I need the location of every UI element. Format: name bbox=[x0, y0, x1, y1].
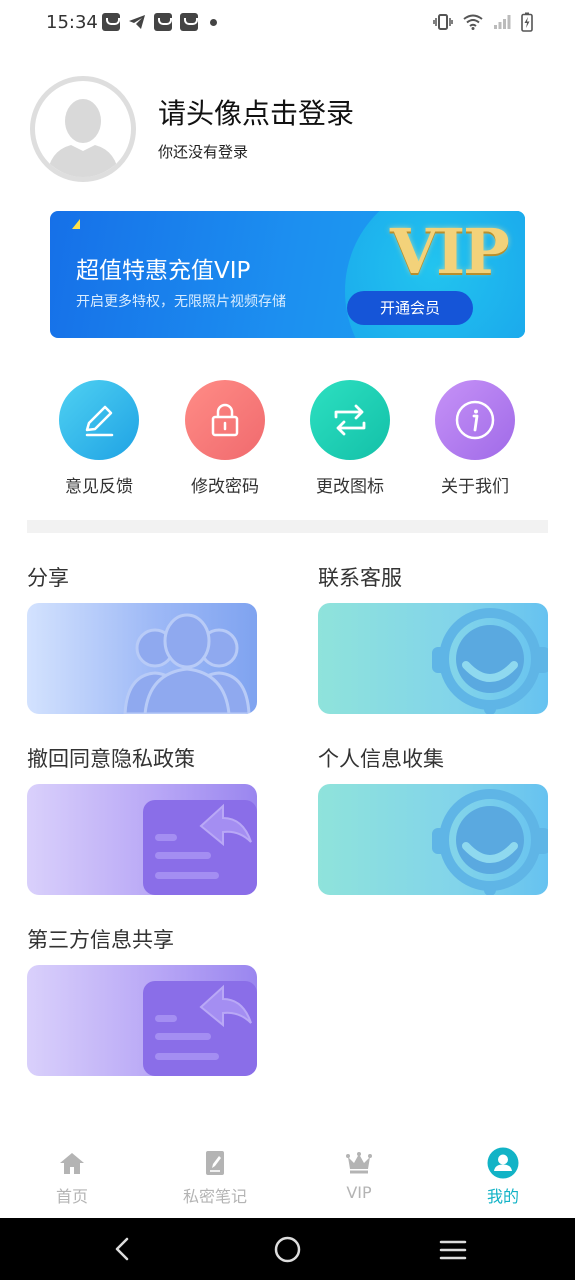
about-us-label: 关于我们 bbox=[441, 477, 509, 497]
withdraw-consent-card[interactable] bbox=[27, 784, 257, 895]
system-navigation-bar bbox=[0, 1218, 575, 1280]
vip-banner-title: 超值特惠充值VIP bbox=[76, 258, 251, 284]
telegram-icon bbox=[129, 15, 145, 29]
crown-icon bbox=[299, 1148, 419, 1178]
quick-actions: 意见反馈 修改密码 更改图标 关于我们 bbox=[0, 380, 575, 500]
recent-apps-icon[interactable] bbox=[439, 1239, 467, 1261]
more-notifications-icon bbox=[210, 18, 217, 26]
personal-info-title: 个人信息收集 bbox=[318, 747, 444, 771]
vip-banner[interactable]: VIP 超值特惠充值VIP 开启更多特权，无限照片视频存储 开通会员 bbox=[50, 211, 525, 338]
change-password-action[interactable]: 修改密码 bbox=[170, 380, 280, 497]
nav-private-notes-label: 私密笔记 bbox=[182, 1187, 247, 1206]
back-icon[interactable] bbox=[110, 1237, 134, 1261]
nav-home[interactable]: 首页 bbox=[12, 1148, 132, 1207]
nav-home-label: 首页 bbox=[55, 1187, 88, 1206]
section-divider bbox=[27, 520, 548, 533]
corner-triangle-icon bbox=[72, 219, 80, 229]
third-party-sharing-title: 第三方信息共享 bbox=[27, 928, 174, 952]
mine-page: 15:34 请头像点击登录 你还没有登录 VIP 超值特惠充值VIP 开启更多特… bbox=[0, 0, 575, 1280]
signal-icon bbox=[494, 15, 511, 29]
nav-vip-label: VIP bbox=[346, 1183, 372, 1202]
share-title: 分享 bbox=[27, 566, 69, 590]
withdraw-consent-title: 撤回同意隐私政策 bbox=[27, 747, 195, 771]
home-circle-icon[interactable] bbox=[274, 1236, 301, 1263]
battery-charging-icon bbox=[521, 12, 533, 32]
contact-service-card[interactable] bbox=[318, 603, 548, 714]
headset-icon bbox=[432, 789, 548, 895]
shop-bag-icon bbox=[154, 13, 172, 31]
system-icons bbox=[433, 12, 533, 32]
change-icon-label: 更改图标 bbox=[316, 477, 384, 497]
wifi-icon bbox=[463, 14, 483, 30]
status-time: 15:34 bbox=[46, 12, 98, 33]
person-icon bbox=[443, 1147, 563, 1179]
change-icon-action[interactable]: 更改图标 bbox=[295, 380, 405, 497]
lock-icon bbox=[185, 380, 265, 460]
default-avatar-icon bbox=[47, 99, 119, 177]
users-icon bbox=[123, 613, 251, 714]
shop-bag-icon bbox=[102, 13, 120, 31]
nav-mine-label: 我的 bbox=[486, 1187, 519, 1206]
feedback-action[interactable]: 意见反馈 bbox=[44, 380, 154, 497]
status-bar: 15:34 bbox=[0, 0, 575, 48]
home-icon bbox=[12, 1148, 132, 1178]
reply-doc-icon bbox=[143, 800, 257, 895]
share-card[interactable] bbox=[27, 603, 257, 714]
vibrate-icon bbox=[433, 14, 453, 30]
nav-private-notes[interactable]: 私密笔记 bbox=[155, 1148, 275, 1207]
third-party-sharing-card[interactable] bbox=[27, 965, 257, 1076]
login-prompt-title[interactable]: 请头像点击登录 bbox=[158, 92, 354, 132]
note-icon bbox=[155, 1148, 275, 1178]
contact-service-title: 联系客服 bbox=[318, 566, 402, 590]
change-password-label: 修改密码 bbox=[191, 477, 259, 497]
notification-icons bbox=[102, 13, 217, 31]
vip-banner-subtitle: 开启更多特权，无限照片视频存储 bbox=[76, 294, 286, 310]
pencil-icon bbox=[59, 380, 139, 460]
vip-logo-text: VIP bbox=[390, 215, 510, 288]
info-icon bbox=[435, 380, 515, 460]
personal-info-card[interactable] bbox=[318, 784, 548, 895]
about-us-action[interactable]: 关于我们 bbox=[420, 380, 530, 497]
nav-vip[interactable]: VIP bbox=[299, 1148, 419, 1202]
shop-bag-icon bbox=[180, 13, 198, 31]
feedback-label: 意见反馈 bbox=[65, 477, 133, 497]
login-status-text: 你还没有登录 bbox=[158, 143, 249, 161]
avatar[interactable] bbox=[30, 76, 136, 182]
headset-icon bbox=[432, 608, 548, 714]
reply-doc-icon bbox=[143, 981, 257, 1076]
open-membership-button[interactable]: 开通会员 bbox=[347, 291, 473, 325]
bottom-navigation: 首页 私密笔记 VIP 我的 bbox=[0, 1136, 575, 1218]
swap-icon bbox=[310, 380, 390, 460]
nav-mine[interactable]: 我的 bbox=[443, 1147, 563, 1207]
